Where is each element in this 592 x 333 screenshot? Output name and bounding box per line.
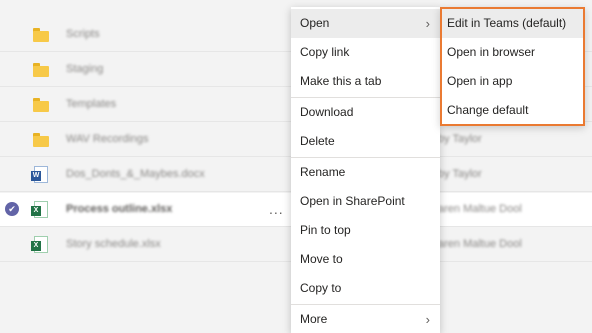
modified-by: aren Maltue Dool [438, 203, 522, 215]
more-options-icon[interactable]: ... [269, 201, 284, 217]
menu-item-label: Rename [300, 165, 346, 179]
menu-item-label: Copy to [300, 281, 342, 295]
menu-item-open[interactable]: Open › [291, 9, 440, 38]
menu-item-label: Move to [300, 252, 343, 266]
menu-item-label: Make this a tab [300, 74, 382, 88]
menu-item-rename[interactable]: Rename [291, 158, 440, 187]
menu-item-label: Copy link [300, 45, 350, 59]
file-name[interactable]: Staging [66, 63, 103, 75]
folder-icon [33, 28, 49, 42]
folder-icon [33, 133, 49, 147]
menu-item-download[interactable]: Download [291, 98, 440, 127]
menu-item-copy-link[interactable]: Copy link [291, 38, 440, 67]
submenu-item-label: Edit in Teams (default) [447, 16, 567, 30]
modified-by: by Taylor [438, 168, 482, 180]
menu-item-label: Open in SharePoint [300, 194, 405, 208]
file-name[interactable]: Process outline.xlsx [66, 203, 172, 215]
modified-by: by Taylor [438, 133, 482, 145]
submenu-item-open-in-app[interactable]: Open in app [442, 67, 583, 96]
menu-item-more[interactable]: More › [291, 305, 440, 333]
menu-item-label: More [300, 312, 328, 326]
folder-icon [33, 98, 49, 112]
file-name[interactable]: Scripts [66, 28, 100, 40]
menu-item-pin-to-top[interactable]: Pin to top [291, 216, 440, 245]
menu-item-open-sharepoint[interactable]: Open in SharePoint [291, 187, 440, 216]
folder-icon [33, 63, 49, 77]
word-file-icon: W [31, 166, 48, 183]
excel-badge: X [31, 206, 41, 216]
context-menu: Open › Copy link Make this a tab Downloa… [291, 7, 440, 333]
file-name[interactable]: Dos_Donts_&_Maybes.docx [66, 168, 205, 180]
excel-file-icon: X [31, 201, 48, 218]
submenu-item-label: Open in browser [447, 45, 536, 59]
chevron-right-icon: › [425, 16, 430, 31]
menu-item-label: Open [300, 16, 330, 30]
excel-badge: X [31, 241, 41, 251]
submenu-item-edit-in-teams[interactable]: Edit in Teams (default) [442, 9, 583, 38]
file-name[interactable]: Templates [66, 98, 116, 110]
menu-item-label: Download [300, 105, 354, 119]
word-badge: W [31, 171, 41, 181]
open-submenu: Edit in Teams (default) Open in browser … [440, 7, 585, 126]
submenu-item-change-default[interactable]: Change default [442, 96, 583, 125]
menu-item-delete[interactable]: Delete [291, 127, 440, 156]
menu-item-label: Pin to top [300, 223, 351, 237]
modified-by: aren Maltue Dool [438, 238, 522, 250]
menu-item-make-tab[interactable]: Make this a tab [291, 67, 440, 96]
excel-file-icon: X [31, 236, 48, 253]
menu-item-move-to[interactable]: Move to [291, 245, 440, 274]
menu-item-copy-to[interactable]: Copy to [291, 274, 440, 303]
file-name[interactable]: Story schedule.xlsx [66, 238, 161, 250]
menu-item-label: Delete [300, 134, 335, 148]
chevron-right-icon: › [425, 312, 430, 327]
submenu-item-label: Open in app [447, 74, 513, 88]
submenu-item-label: Change default [447, 103, 529, 117]
check-icon[interactable]: ✔ [5, 202, 19, 216]
submenu-item-open-in-browser[interactable]: Open in browser [442, 38, 583, 67]
file-name[interactable]: WAV Recordings [66, 133, 149, 145]
